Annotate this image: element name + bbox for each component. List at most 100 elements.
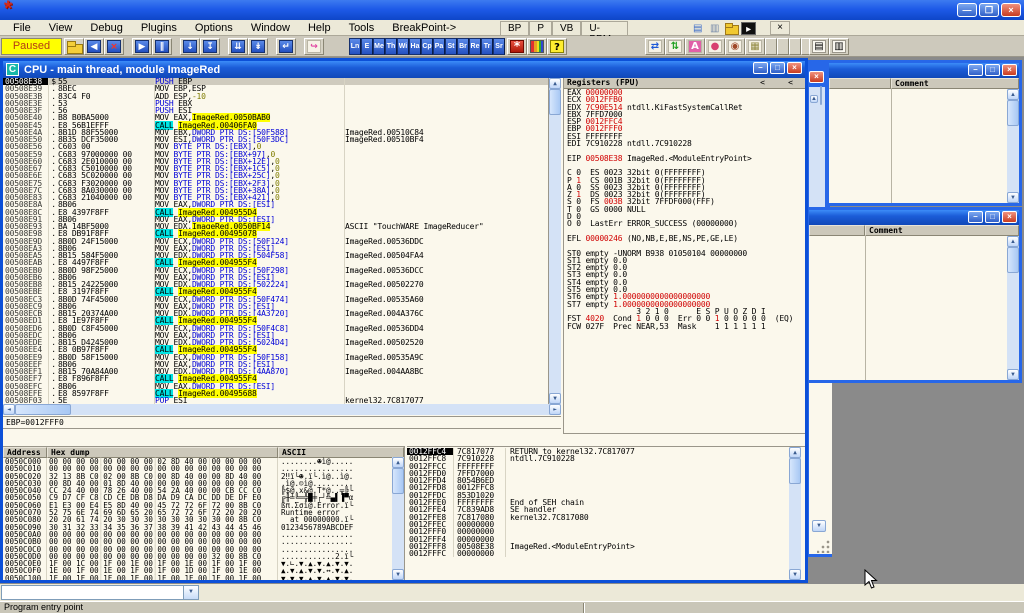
pane-button-cp[interactable]: Cp [421,38,433,55]
disasm-row[interactable]: 00508F03.5EPOP ESIkernel32.7C817077 [3,397,548,404]
cpu-window[interactable]: C CPU - main thread, module ImageRed – □… [0,58,808,583]
menu-button-ubpm[interactable]: U-BPM [581,21,628,36]
disasm-hscrollbar[interactable]: ◄ ► [3,404,561,415]
disasm-row[interactable]: 00508EE9.8B0D 58F15000MOV ECX,DWORD PTR … [3,354,548,361]
execute-till-return-button[interactable]: ↵ [276,38,296,55]
animate-over-button[interactable]: ↡ [248,38,268,55]
pane-button-wi[interactable]: Wi [397,38,409,55]
disasm-row[interactable]: 00508EF7.E8 F896F8FFCALL ImageRed.004955… [3,375,548,382]
step-over-button[interactable]: ↧ [200,38,220,55]
stack-scrollbar[interactable]: ▲ ▼ [789,447,801,580]
swap-arrows-button[interactable]: ⇄ [645,38,665,55]
jump-to-button[interactable]: ↪ [304,38,324,55]
pause-button[interactable]: ∥ [152,38,172,55]
scroll-up-icon[interactable]: ▲ [392,457,404,468]
maximize-button[interactable]: □ [985,211,1000,223]
register-line[interactable]: EIP 00508E38 ImageRed.<ModuleEntryPoint> [564,155,805,162]
collapse-icon[interactable]: < [760,78,765,88]
pane-button-me[interactable]: Me [373,38,385,55]
disasm-row[interactable]: 00508EFE.E8 8597F8FFCALL ImageRed.004956… [3,390,548,397]
menu-button-bp[interactable]: BP [500,21,529,36]
open-folder-icon[interactable] [724,22,739,35]
minimize-button[interactable]: – [968,211,983,223]
disasm-row[interactable]: 00508E38$55PUSH EBP [3,78,548,85]
breakpoint-dot-button[interactable]: ● [705,38,725,55]
command-input[interactable] [2,586,183,599]
register-line[interactable]: T 0 GS 0000 NULL [564,206,805,213]
disasm-scrollbar[interactable]: ▲ ▼ [549,78,561,404]
menu-item-breakpoint[interactable]: BreakPoint-> [383,20,465,36]
scroll-down-icon[interactable]: ▼ [789,569,801,580]
scroll-up-icon[interactable]: ▲ [549,78,561,89]
pane-button-ln[interactable]: Ln [349,38,361,55]
column-header-blank[interactable] [829,78,891,89]
help-button[interactable]: ? [547,38,567,55]
disasm-row[interactable]: 00508EC3.8B0D 74F45000MOV ECX,DWORD PTR … [3,296,548,303]
pane-button-e[interactable]: E [361,38,373,55]
register-line[interactable]: FCW 027F Prec NEAR,53 Mask 1 1 1 1 1 1 [564,323,805,330]
restore-button[interactable]: ❐ [979,3,999,17]
minimize-button[interactable]: – [968,64,983,76]
appearance-button[interactable] [527,38,547,55]
comments-window-middle-scrollbar[interactable]: ▲ ▼ [1007,236,1019,380]
scroll-up-icon[interactable]: ▲ [789,447,801,458]
close-icon[interactable]: × [787,62,802,74]
scroll-up-icon[interactable]: ▲ [810,95,818,103]
collapse-icon[interactable]: < [788,78,793,88]
dump-scrollbar[interactable]: ▲ ▼ [392,457,404,580]
pane-button-re[interactable]: Re [469,38,481,55]
close-icon[interactable]: × [1002,211,1017,223]
menu-item-view[interactable]: View [40,20,82,36]
disasm-row[interactable]: 00508E83.C683 21040000 00MOV BYTE PTR DS… [3,194,548,201]
maximize-button[interactable]: □ [770,62,785,74]
menu-item-debug[interactable]: Debug [81,20,131,36]
notes-icon[interactable]: ▥ [707,22,722,35]
registers-pane[interactable]: Registers (FPU) < < EAX 00000000ECX 0012… [563,78,805,434]
console-icon[interactable]: ▸ [741,22,756,35]
scroll-up-icon[interactable]: ▲ [1007,236,1019,247]
arrange-cascade-button[interactable]: ▥ [829,38,849,55]
disasm-pane[interactable]: 00508E38$55PUSH EBP00508E39.8BECMOV EBP,… [3,78,549,404]
titlebar[interactable]: * — ❐ × [0,0,1024,20]
pane-button-pa[interactable]: Pa [433,38,445,55]
options-gear-button[interactable]: * [507,38,527,55]
toolbar-close-button[interactable]: × [770,21,790,35]
ascii-view-button[interactable]: A [685,38,705,55]
menu-item-tools[interactable]: Tools [340,20,384,36]
maximize-button[interactable]: □ [985,64,1000,76]
menu-item-window[interactable]: Window [242,20,299,36]
dump-row[interactable]: 0050C1001F 00 1F 00│1F 00 1E 00│1F 00 1E… [3,575,404,580]
grid-button[interactable]: ▦ [745,38,765,55]
column-header-blank[interactable] [809,225,865,236]
column-header-comment[interactable]: Comment [865,225,1019,236]
stack-pane[interactable]: 0012FFC47C817077RETURN to kernel32.7C817… [407,446,805,580]
close-program-button[interactable]: × [104,38,124,55]
blank-button[interactable] [789,38,801,55]
animate-into-button[interactable]: ⇊ [228,38,248,55]
scroll-down-icon[interactable]: ▼ [392,569,404,580]
comments-window-top[interactable]: – □ × Comment ▲ ▼ [826,60,1022,206]
menu-item-plugins[interactable]: Plugins [132,20,186,36]
spiral-button[interactable]: ◉ [725,38,745,55]
blank-button[interactable] [777,38,789,55]
minimize-button[interactable]: — [957,3,977,17]
scroll-down-icon[interactable]: ▼ [1007,192,1019,203]
close-icon[interactable]: × [1002,64,1017,76]
disasm-row[interactable]: 00508EB0.8B0D 98F25000MOV ECX,DWORD PTR … [3,267,548,274]
scroll-down-icon[interactable]: ▼ [1007,369,1019,380]
cpu-titlebar[interactable]: C CPU - main thread, module ImageRed – □… [3,61,805,78]
scroll-up-icon[interactable]: ▲ [1007,89,1019,100]
disasm-row[interactable]: 00508E9D.8B0D 24F15000MOV ECX,DWORD PTR … [3,238,548,245]
comments-window-middle[interactable]: – □ × Comment ▲ ▼ [806,207,1022,383]
stack-row[interactable]: 0012FFFC00000000 [407,550,805,557]
go-back-button[interactable]: ◀ [84,38,104,55]
pane-button-tr[interactable]: Tr [481,38,493,55]
run-button[interactable]: ▶ [132,38,152,55]
menu-button-p[interactable]: P [529,21,552,36]
minimize-button[interactable]: – [753,62,768,74]
open-file-button[interactable] [64,38,84,55]
dump-pane[interactable]: Address Hex dump ASCII 0050C00000 00 00 … [3,446,405,580]
info-pane[interactable]: EBP=0012FFF0 [3,416,561,429]
menu-item-options[interactable]: Options [186,20,242,36]
scroll-right-icon[interactable]: ► [549,404,561,415]
